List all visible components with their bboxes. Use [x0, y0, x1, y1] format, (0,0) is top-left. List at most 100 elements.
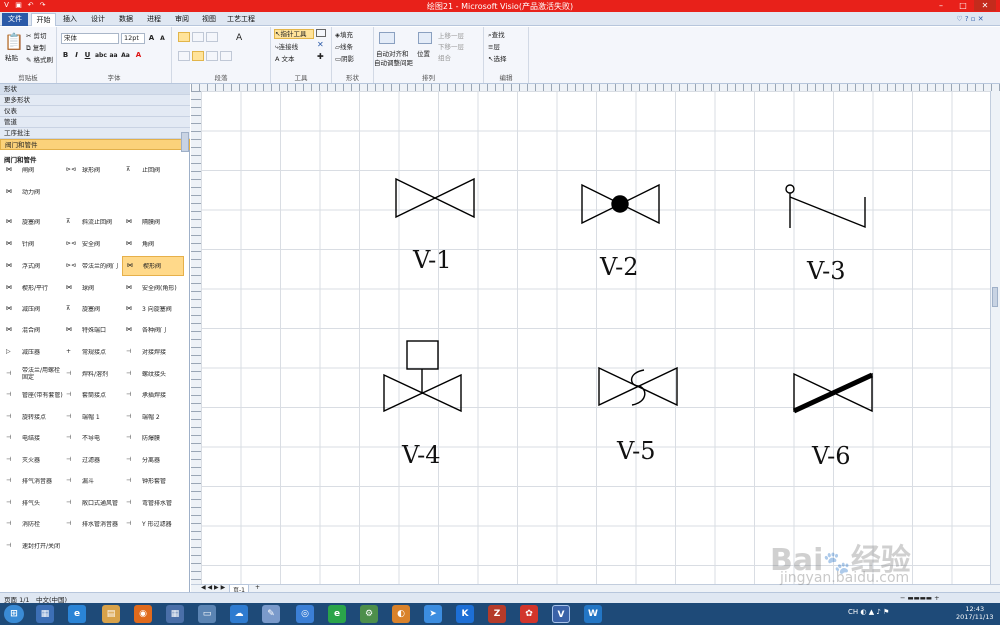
taskbar-app-tool[interactable]: ⚙	[360, 605, 378, 623]
shapes-scrollbar[interactable]	[181, 132, 189, 152]
tab-review[interactable]: 审阅	[170, 13, 194, 26]
paste-icon[interactable]: 📋	[4, 32, 24, 51]
taskbar-app-folder[interactable]: ▤	[102, 605, 120, 623]
stencil-shape[interactable]: + 常规接点	[62, 342, 124, 362]
stencil-shape[interactable]: ⋈ 特殊端口	[62, 320, 124, 340]
stencil-shape[interactable]: ⋈ 针阀	[2, 234, 64, 254]
stencil-shape[interactable]: ⊣ 对接焊接	[122, 342, 184, 362]
start-button[interactable]: ⊞	[4, 605, 24, 623]
stencil-shape[interactable]: ⊣ 套筒接点	[62, 385, 124, 405]
stencil-shape[interactable]: ▷ 减压器	[2, 342, 64, 362]
strikethrough-button[interactable]: abc	[95, 51, 107, 60]
stencil-shape[interactable]: ⊣ 端帽 2	[122, 407, 184, 427]
taskbar-app-green[interactable]: e	[328, 605, 346, 623]
stencil-shape[interactable]: ⊣ 焊料/溶剂	[62, 364, 124, 384]
label-v3[interactable]: V-3	[807, 257, 846, 285]
taskbar-app-window[interactable]: ▭	[198, 605, 216, 623]
stencil-shape[interactable]: ⊣ 带法兰/用螺栓固定	[2, 364, 64, 384]
stencil-shape[interactable]: ⊣ 弯管排水管	[122, 493, 184, 513]
fill-button[interactable]: ◈填充	[335, 29, 353, 39]
font-spacing-button[interactable]: aa	[109, 51, 118, 60]
stencil-shape[interactable]: ⊼ 止回阀	[122, 160, 184, 180]
font-size-field[interactable]: 12pt	[121, 33, 145, 44]
stencil-shape[interactable]: ⊣ 排水管消音器	[62, 514, 124, 534]
zoom-controls[interactable]: − ▬▬▬▬ +	[900, 594, 940, 602]
label-v4[interactable]: V-4	[402, 441, 441, 469]
page-nav-arrows[interactable]: ◀ ◀ ▶ ▶	[201, 584, 225, 591]
taskbar-app-chrome[interactable]: ◎	[296, 605, 314, 623]
category-instruments[interactable]: 仪表	[0, 106, 190, 117]
stencil-shape[interactable]: ⊣ 速封打开/关闭	[2, 536, 64, 556]
minimize-button[interactable]: –	[930, 0, 952, 11]
grow-font-icon[interactable]: A	[147, 34, 156, 43]
taskbar-app-word[interactable]: W	[584, 605, 602, 623]
stencil-shape[interactable]: ⊣ 螺纹接头	[122, 364, 184, 384]
stencil-shape[interactable]: ⊣ 敞口式通风管	[62, 493, 124, 513]
taskbar-app-windows[interactable]: ▦	[166, 605, 184, 623]
maximize-button[interactable]: □	[952, 0, 974, 11]
align-left-icon[interactable]	[178, 51, 190, 61]
bold-button[interactable]: B	[61, 51, 70, 60]
label-v2[interactable]: V-2	[600, 253, 639, 281]
line-button[interactable]: ▱线条	[335, 41, 353, 51]
valve-v6-symbol[interactable]	[792, 372, 874, 414]
copy-button[interactable]: ⧉ 复制	[26, 42, 46, 53]
taskbar-app-ie[interactable]: e	[68, 605, 86, 623]
drawing-canvas[interactable]: V-1 V-2 V-3 V-4 V-5 V-6	[201, 91, 990, 584]
send-backward-button[interactable]: 下移一层	[438, 41, 464, 51]
taskbar-app-firefox[interactable]: ◉	[134, 605, 152, 623]
valve-v5-symbol[interactable]	[598, 366, 678, 407]
tab-insert[interactable]: 插入	[58, 13, 82, 26]
stencil-shape[interactable]: ⋈ 3 向旋塞阀	[122, 299, 184, 319]
stencil-shape[interactable]: ⊳⊲ 安全阀	[62, 234, 124, 254]
find-button[interactable]: ⌕查找	[488, 29, 505, 40]
stencil-shape[interactable]: ⊣ 排气消音器	[2, 471, 64, 491]
stencil-shape[interactable]: ⊣ 承插焊接	[122, 385, 184, 405]
select-button[interactable]: ↖选择	[488, 53, 506, 63]
stencil-shape[interactable]: ⋈ 球阀	[62, 278, 124, 298]
position-label[interactable]: 位置	[417, 48, 430, 58]
stencil-shape[interactable]: ⊣ 电结接	[2, 428, 64, 448]
delete-icon[interactable]: ✕	[317, 40, 324, 49]
justify-icon[interactable]	[220, 51, 232, 61]
category-pipelines[interactable]: 管道	[0, 117, 190, 128]
stencil-shape[interactable]: ⊣ 灭火器	[2, 450, 64, 470]
taskbar-app-visio[interactable]: V	[552, 605, 570, 623]
stencil-shape[interactable]: ⊣ Y 形过滤器	[122, 514, 184, 534]
bring-forward-button[interactable]: 上移一层	[438, 30, 464, 40]
font-name-field[interactable]: 宋体	[61, 33, 119, 44]
stencil-shape[interactable]: ⋈ 安全阀(角形)	[122, 278, 184, 298]
pointer-tool-button[interactable]: ↖指针工具	[274, 29, 314, 39]
taskbar-app-cloud[interactable]: ☁	[230, 605, 248, 623]
tab-process[interactable]: 进程	[142, 13, 166, 26]
italic-button[interactable]: I	[72, 51, 81, 60]
valve-v1-symbol[interactable]	[395, 177, 475, 219]
font-color-button[interactable]: A	[134, 51, 143, 60]
stencil-shape[interactable]: ⊼ 斜流止回阀	[62, 212, 124, 232]
stencil-shape[interactable]: ⋈ 混合阀	[2, 320, 64, 340]
valve-v2-symbol[interactable]	[581, 183, 660, 225]
tab-design[interactable]: 设计	[86, 13, 110, 26]
taskbar-app-bird[interactable]: ➤	[424, 605, 442, 623]
text-direction-icon[interactable]: A	[236, 33, 242, 43]
stencil-shape[interactable]: ⊣ 不导电	[62, 428, 124, 448]
cut-button[interactable]: ✂ 剪切	[26, 30, 47, 40]
taskbar-app-paint[interactable]: ✎	[262, 605, 280, 623]
stencil-shape[interactable]: ⋈ 楔形/平行	[2, 278, 64, 298]
connector-button[interactable]: ⤷连接线	[275, 41, 298, 52]
taskbar-app-explorer[interactable]: ▦	[36, 605, 54, 623]
stencil-shape[interactable]: ⊣ 端帽 1	[62, 407, 124, 427]
stencil-shape[interactable]: ⊣ 漏斗	[62, 471, 124, 491]
stencil-shape[interactable]: ⋈ 角阀	[122, 234, 184, 254]
stencil-shape[interactable]: ⋈ 隔膜阀	[122, 212, 184, 232]
shrink-font-icon[interactable]: A	[158, 34, 167, 43]
stencil-shape[interactable]: ⊣ 防爆膜	[122, 428, 184, 448]
valve-v4-symbol[interactable]	[383, 340, 462, 413]
case-button[interactable]: Aa	[121, 51, 130, 60]
stencil-shape[interactable]: ⊣ 钟形套管	[122, 471, 184, 491]
text-tool-button[interactable]: A 文本	[275, 53, 295, 63]
stencil-shape[interactable]: ⊳⊲ 带法兰的阀门	[62, 256, 124, 276]
auto-space-label[interactable]: 自动调整间距	[374, 57, 413, 67]
stencil-shape[interactable]: ⊣ 管座(带有套管)	[2, 385, 64, 405]
stencil-shape[interactable]: ⊣ 排气头	[2, 493, 64, 513]
